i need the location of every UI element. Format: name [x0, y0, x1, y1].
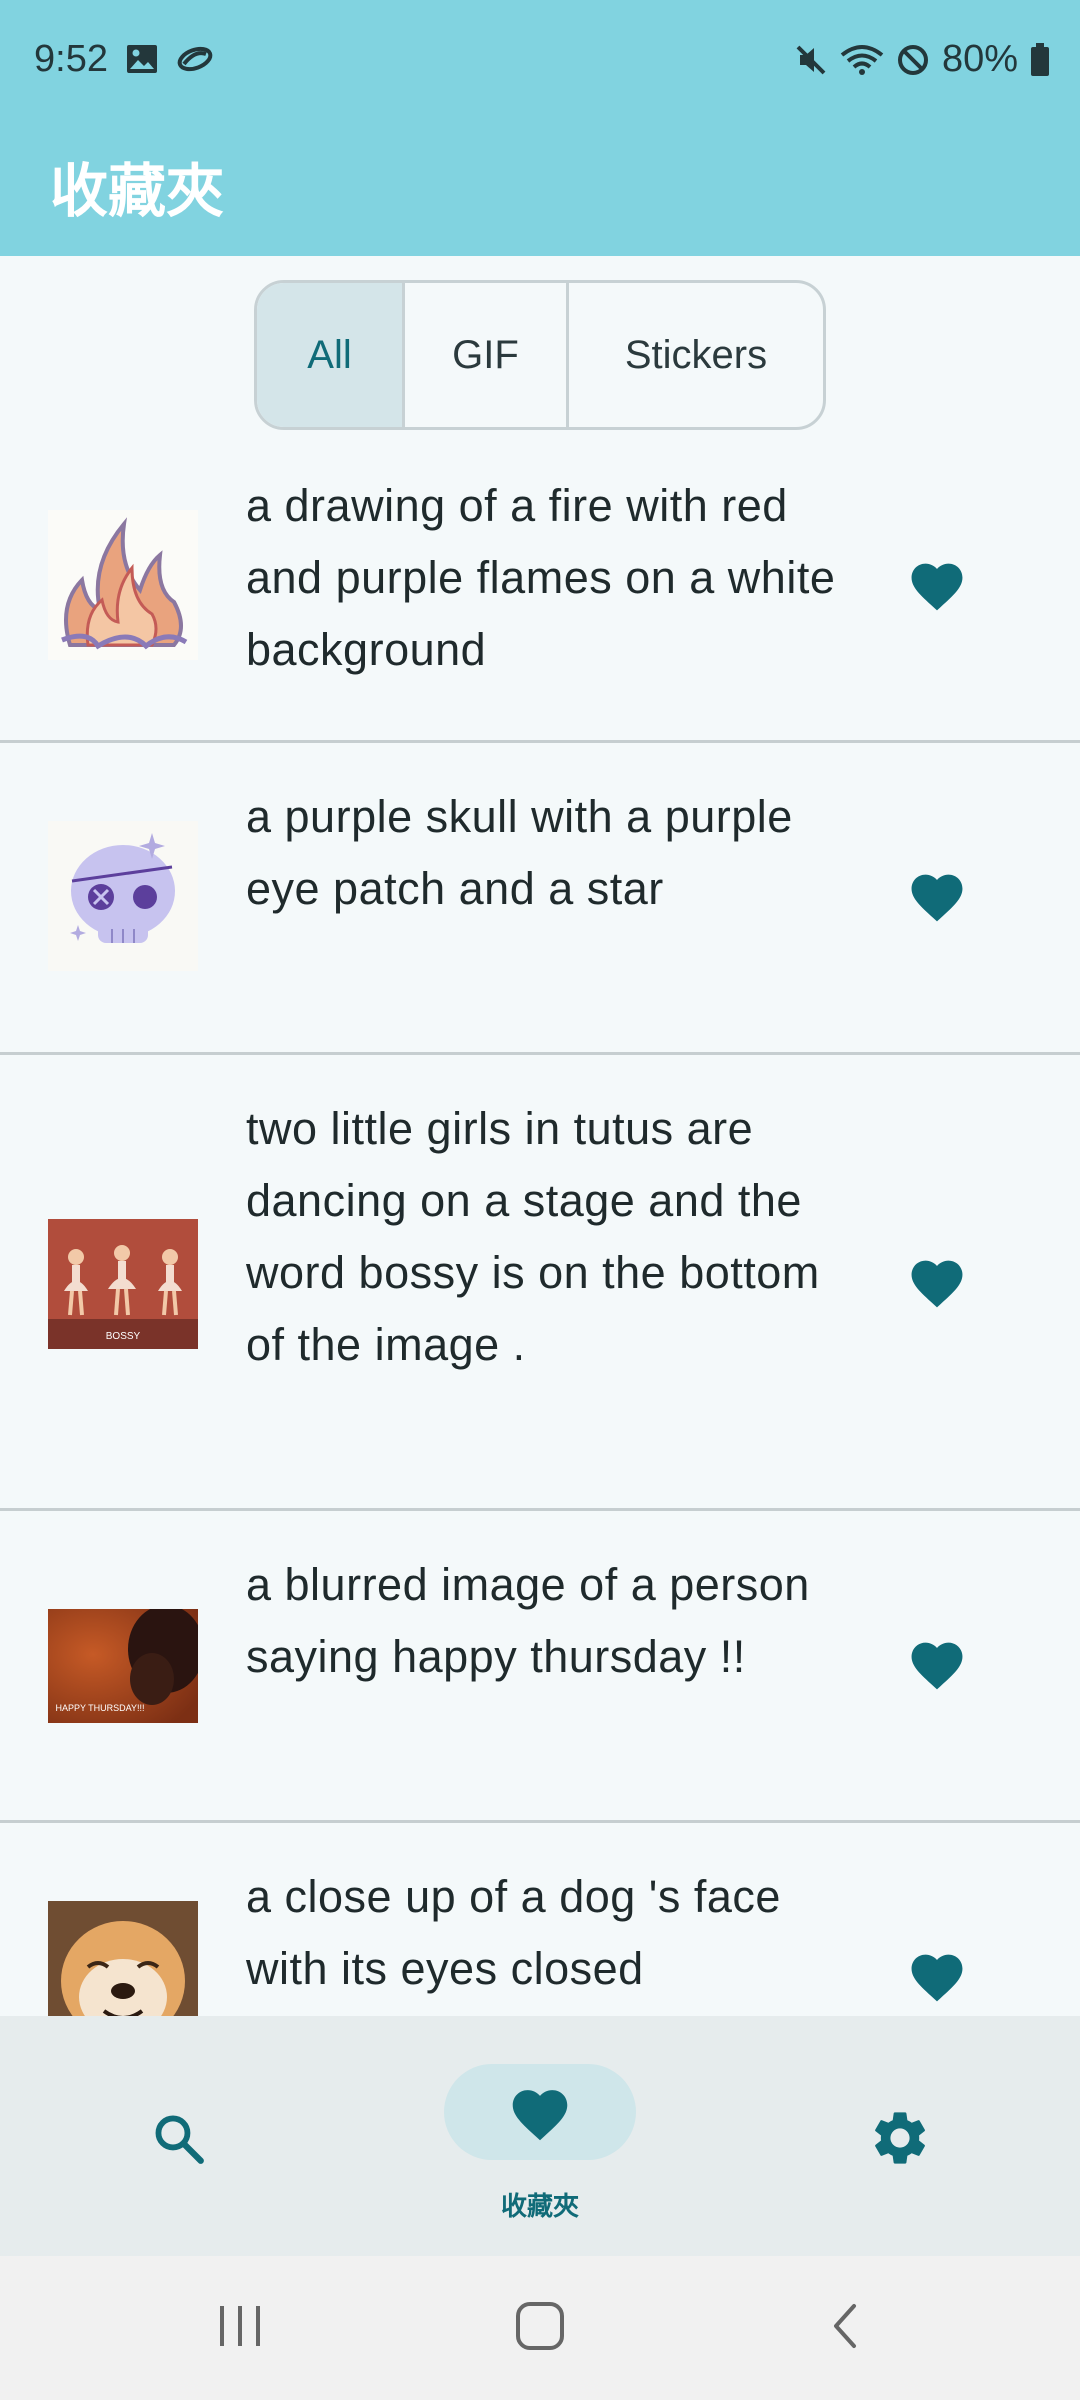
wifi-icon	[840, 44, 884, 75]
status-left-icons	[126, 44, 214, 74]
favorites-screen: 9:52 80% 收藏夾 All GIF Stickers a drawing …	[0, 0, 1080, 2400]
favorites-nav-button[interactable]	[444, 2064, 636, 2160]
status-right-icons: 80%	[794, 38, 1050, 81]
recent-apps-icon[interactable]	[214, 2300, 266, 2352]
dancing-girls-gif-image: BOSSY	[48, 1219, 198, 1349]
page-title: 收藏夾	[50, 157, 225, 225]
item-description: a blurred image of a person saying happy…	[246, 1559, 810, 1682]
heart-icon[interactable]	[906, 867, 968, 923]
tab-all[interactable]: All	[257, 283, 405, 427]
heart-icon	[512, 2090, 568, 2141]
item-description: a close up of a dog 's face with its eye…	[246, 1871, 781, 1994]
app-bar: 收藏夾	[0, 122, 1080, 256]
tab-stickers[interactable]: Stickers	[569, 283, 823, 427]
dog-face-gif-image	[48, 1901, 198, 2016]
battery-icon	[1031, 42, 1049, 76]
do-not-disturb-icon	[897, 44, 928, 75]
favorites-list[interactable]: a drawing of a fire with red and purple …	[0, 456, 1080, 2016]
home-icon[interactable]	[514, 2300, 566, 2352]
item-description: two little girls in tutus are dancing on…	[246, 1103, 820, 1370]
skull-sticker-image	[48, 821, 198, 971]
item-description: a drawing of a fire with red and purple …	[246, 480, 836, 675]
heart-icon[interactable]	[906, 1635, 968, 1691]
list-item[interactable]: BOSSY two little girls in tutus are danc…	[0, 1055, 1080, 1511]
bottom-nav: 收藏夾	[0, 2016, 1080, 2256]
gear-icon[interactable]	[868, 2106, 932, 2170]
fire-sticker-image	[48, 510, 198, 660]
heart-icon[interactable]	[906, 556, 968, 612]
list-item[interactable]: a close up of a dog 's face with its eye…	[0, 1823, 1080, 2016]
thumbnail-caption: HAPPY THURSDAY!!!	[55, 1703, 144, 1713]
search-icon[interactable]	[150, 2110, 208, 2168]
cloud-sync-icon	[177, 46, 213, 72]
heart-icon[interactable]	[906, 1947, 968, 2003]
happy-thursday-gif-image: HAPPY THURSDAY!!!	[48, 1609, 198, 1723]
nav-label-favorites: 收藏夾	[500, 2192, 579, 2222]
status-bar: 9:52 80%	[0, 0, 1080, 122]
list-item[interactable]: HAPPY THURSDAY!!! a blurred image of a p…	[0, 1511, 1080, 1823]
filter-tabs: All GIF Stickers	[254, 280, 826, 430]
list-item[interactable]: a purple skull with a purple eye patch a…	[0, 743, 1080, 1055]
mute-icon	[796, 45, 826, 74]
image-icon	[127, 45, 157, 73]
heart-icon[interactable]	[906, 1253, 968, 1309]
back-icon[interactable]	[820, 2300, 872, 2352]
item-description: a purple skull with a purple eye patch a…	[246, 791, 793, 914]
status-time: 9:52	[34, 38, 108, 80]
list-item[interactable]: a drawing of a fire with red and purple …	[0, 456, 1080, 743]
battery-percent: 80%	[941, 38, 1018, 80]
system-nav-bar	[0, 2256, 1080, 2400]
tab-gif[interactable]: GIF	[405, 283, 569, 427]
thumbnail-caption: BOSSY	[106, 1331, 141, 1342]
